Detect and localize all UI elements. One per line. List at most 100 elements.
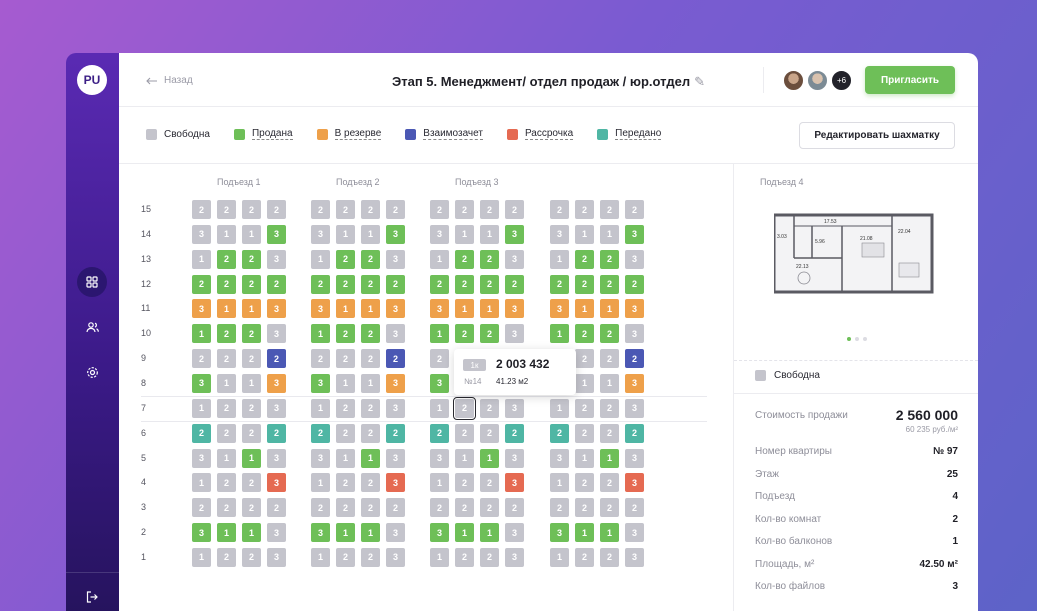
apartment-cell[interactable]: 2: [336, 398, 355, 418]
apartment-cell[interactable]: 3: [267, 299, 286, 319]
apartment-cell[interactable]: 1: [192, 324, 211, 344]
apartment-cell[interactable]: 3: [386, 373, 405, 393]
apartment-cell[interactable]: 3: [311, 448, 330, 468]
apartment-cell[interactable]: 2: [455, 423, 474, 443]
apartment-cell[interactable]: 1: [600, 224, 619, 244]
apartment-cell[interactable]: 2: [480, 249, 499, 269]
apartment-cell[interactable]: 2: [386, 498, 405, 518]
apartment-cell[interactable]: 3: [267, 473, 286, 493]
apartment-cell[interactable]: 2: [480, 423, 499, 443]
apartment-cell[interactable]: 3: [430, 448, 449, 468]
apartment-cell[interactable]: 1: [575, 299, 594, 319]
apartment-cell[interactable]: 2: [505, 200, 524, 219]
apartment-cell[interactable]: 2: [361, 423, 380, 443]
apartment-cell[interactable]: 2: [242, 249, 261, 269]
apartment-cell[interactable]: 2: [267, 274, 286, 294]
apartment-cell[interactable]: 2: [336, 349, 355, 369]
apartment-cell[interactable]: 2: [575, 200, 594, 219]
apartment-cell[interactable]: 3: [625, 398, 644, 418]
apartment-cell[interactable]: 1: [217, 373, 236, 393]
apartment-cell[interactable]: 1: [575, 448, 594, 468]
apartment-cell[interactable]: 3: [192, 373, 211, 393]
apartment-cell[interactable]: 2: [217, 274, 236, 294]
apartment-cell[interactable]: 2: [600, 498, 619, 518]
apartment-cell[interactable]: 2: [217, 498, 236, 518]
apartment-cell[interactable]: 3: [625, 373, 644, 393]
apartment-cell[interactable]: 1: [361, 224, 380, 244]
apartment-cell[interactable]: 1: [192, 547, 211, 567]
dashboard-icon[interactable]: [77, 267, 107, 297]
apartment-cell[interactable]: 2: [430, 200, 449, 219]
apartment-cell[interactable]: 1: [242, 448, 261, 468]
apartment-cell[interactable]: 2: [575, 249, 594, 269]
apartment-cell[interactable]: 1: [311, 547, 330, 567]
apartment-cell[interactable]: 2: [361, 498, 380, 518]
apartment-cell[interactable]: 3: [505, 473, 524, 493]
apartment-cell[interactable]: 2: [336, 423, 355, 443]
apartment-cell[interactable]: 1: [550, 547, 569, 567]
apartment-cell[interactable]: 1: [550, 324, 569, 344]
apartment-cell[interactable]: 2: [311, 423, 330, 443]
apartment-cell[interactable]: 2: [192, 349, 211, 369]
apartment-cell[interactable]: 3: [386, 224, 405, 244]
apartment-cell[interactable]: 2: [336, 473, 355, 493]
apartment-cell[interactable]: 1: [361, 523, 380, 543]
apartment-cell[interactable]: 1: [550, 249, 569, 269]
apartment-cell[interactable]: 1: [217, 299, 236, 319]
apartment-cell[interactable]: 1: [311, 324, 330, 344]
invite-button[interactable]: Пригласить: [865, 66, 955, 94]
apartment-cell[interactable]: 1: [242, 523, 261, 543]
apartment-cell[interactable]: 1: [575, 373, 594, 393]
apartment-cell[interactable]: 1: [361, 448, 380, 468]
apartment-cell[interactable]: 1: [311, 398, 330, 418]
apartment-cell[interactable]: 2: [455, 274, 474, 294]
apartment-cell[interactable]: 1: [480, 448, 499, 468]
apartment-cell[interactable]: 3: [311, 299, 330, 319]
apartment-cell[interactable]: 2: [600, 249, 619, 269]
edit-grid-button[interactable]: Редактировать шахматку: [799, 122, 955, 149]
apartment-cell[interactable]: 3: [311, 523, 330, 543]
apartment-cell[interactable]: 2: [336, 274, 355, 294]
apartment-cell[interactable]: 2: [575, 398, 594, 418]
avatar-more[interactable]: +6: [830, 69, 853, 92]
apartment-cell[interactable]: 2: [192, 498, 211, 518]
avatar[interactable]: [782, 69, 805, 92]
apartment-cell[interactable]: 2: [453, 396, 476, 420]
apartment-cell[interactable]: 3: [386, 398, 405, 418]
apartment-cell[interactable]: 2: [600, 423, 619, 443]
apartment-cell[interactable]: 3: [311, 224, 330, 244]
apartment-cell[interactable]: 2: [575, 324, 594, 344]
apartment-cell[interactable]: 2: [336, 249, 355, 269]
apartment-cell[interactable]: 2: [361, 249, 380, 269]
apartment-cell[interactable]: 2: [480, 498, 499, 518]
apartment-cell[interactable]: 2: [242, 473, 261, 493]
apartment-cell[interactable]: 1: [336, 224, 355, 244]
apartment-cell[interactable]: 2: [480, 324, 499, 344]
apartment-cell[interactable]: 2: [575, 349, 594, 369]
legend-item-installment[interactable]: Рассрочка: [506, 128, 574, 140]
edit-pencil-icon[interactable]: ✎: [694, 74, 705, 89]
apartment-cell[interactable]: 3: [505, 398, 524, 418]
apartment-cell[interactable]: 1: [600, 523, 619, 543]
apartment-cell[interactable]: 2: [361, 274, 380, 294]
apartment-cell[interactable]: 2: [575, 547, 594, 567]
apartment-cell[interactable]: 2: [600, 274, 619, 294]
legend-item-transferred[interactable]: Передано: [597, 128, 662, 140]
apartment-cell[interactable]: 3: [267, 547, 286, 567]
floor-plan-image[interactable]: 17.53 3.03 5.96 21.08 22.04 22.13: [774, 208, 934, 308]
apartment-cell[interactable]: 3: [625, 448, 644, 468]
apartment-cell[interactable]: 2: [242, 324, 261, 344]
apartment-cell[interactable]: 2: [242, 200, 261, 219]
apartment-cell[interactable]: 3: [625, 224, 644, 244]
apartment-cell[interactable]: 1: [192, 473, 211, 493]
apartment-cell[interactable]: 3: [430, 373, 449, 393]
apartment-cell[interactable]: 2: [455, 498, 474, 518]
apartment-cell[interactable]: 3: [192, 299, 211, 319]
apartment-cell[interactable]: 2: [361, 349, 380, 369]
apartment-cell[interactable]: 1: [600, 448, 619, 468]
apartment-cell[interactable]: 2: [480, 200, 499, 219]
apartment-cell[interactable]: 1: [361, 373, 380, 393]
apartment-cell[interactable]: 2: [242, 349, 261, 369]
apartment-cell[interactable]: 2: [217, 547, 236, 567]
apartment-cell[interactable]: 1: [455, 448, 474, 468]
